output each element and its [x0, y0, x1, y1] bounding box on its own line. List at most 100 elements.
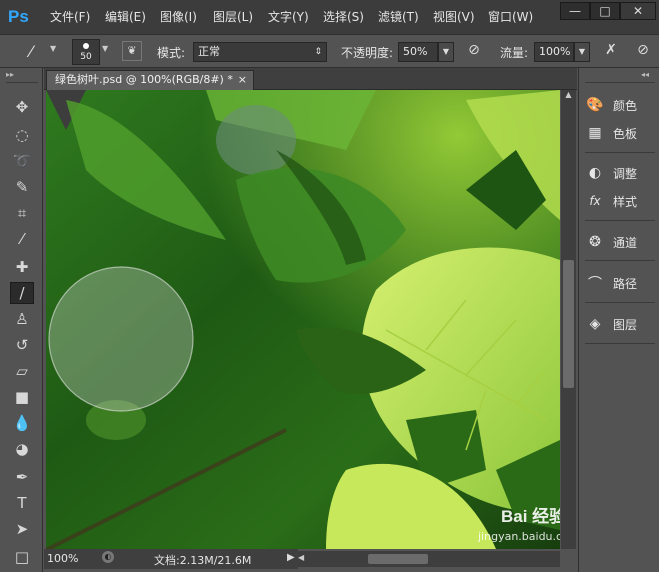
panel-paths[interactable]: ⌒ 路径	[585, 272, 655, 294]
minimize-button[interactable]: —	[560, 2, 590, 20]
horizontal-scrollbar[interactable]: ◀	[298, 551, 560, 567]
panel-swatches[interactable]: ▦ 色板	[585, 122, 655, 144]
panel-color[interactable]: 🎨 颜色	[585, 94, 655, 116]
opacity-label: 不透明度:	[341, 46, 394, 60]
panel-divider	[585, 152, 655, 153]
clone-stamp-tool-icon[interactable]: ♙	[10, 308, 34, 330]
preset-dropdown-arrow-icon[interactable]: ▼	[50, 44, 56, 53]
document-tab[interactable]: 绿色树叶.psd @ 100%(RGB/8#) * ×	[46, 70, 254, 90]
collapse-tools-icon[interactable]: ▸▸	[6, 70, 14, 79]
panel-channels[interactable]: ❂ 通道	[585, 231, 655, 253]
opacity-field[interactable]: 50%	[398, 42, 438, 62]
type-tool-icon[interactable]: T	[10, 492, 34, 514]
mode-select[interactable]: 正常 ⇕	[193, 42, 327, 62]
gradient-tool-icon[interactable]: ■	[10, 386, 34, 408]
panel-layers[interactable]: ◈ 图层	[585, 313, 655, 335]
photoshop-logo: Ps	[8, 7, 29, 26]
marquee-tool-icon[interactable]: ◌	[10, 124, 34, 146]
menu-type[interactable]: 文字(Y)	[268, 8, 309, 26]
brush-preset-icon[interactable]: ⁄	[14, 40, 48, 62]
move-tool-icon[interactable]: ✥	[10, 96, 34, 118]
horizontal-scroll-thumb[interactable]	[368, 554, 428, 564]
tools-panel: ▸▸ ✥ ◌ ➰ ✎ ⌗ ⁄ ✚ / ♙ ↺ ▱ ■ 💧 ◕ ✒ T ➤ □	[0, 68, 43, 572]
brush-size-picker[interactable]: 50	[72, 39, 100, 65]
brush-panel-toggle-icon[interactable]: ❦	[122, 41, 142, 61]
restore-button[interactable]: □	[590, 2, 620, 20]
pen-tool-icon[interactable]: ✒	[10, 466, 34, 488]
panel-styles[interactable]: fx 样式	[585, 190, 655, 212]
panel-adjustments[interactable]: ◐ 调整	[585, 162, 655, 184]
zoom-level[interactable]: 100%	[47, 552, 78, 565]
lasso-tool-icon[interactable]: ➰	[10, 150, 34, 172]
flow-dropdown-button[interactable]: ▼	[574, 42, 590, 62]
layers-icon: ◈	[589, 316, 601, 332]
styles-fx-icon: fx	[589, 194, 601, 208]
rectangle-tool-icon[interactable]: □	[10, 546, 34, 568]
swatches-icon: ▦	[588, 125, 602, 141]
menu-view[interactable]: 视图(V)	[433, 8, 475, 26]
pressure-size-icon[interactable]: ⊘	[632, 42, 654, 62]
menu-filter[interactable]: 滤镜(T)	[378, 8, 419, 26]
select-arrows-icon: ⇕	[314, 47, 322, 57]
menu-image[interactable]: 图像(I)	[160, 8, 197, 26]
scroll-left-icon[interactable]: ◀	[298, 553, 304, 562]
watermark-logo: Bai 经验	[501, 507, 560, 526]
close-button[interactable]: ✕	[620, 2, 656, 20]
panel-adjustments-label: 调整	[613, 166, 638, 181]
panel-layers-label: 图层	[613, 317, 638, 332]
eyedropper-tool-icon[interactable]: ⁄	[10, 228, 34, 250]
menu-window[interactable]: 窗口(W)	[488, 8, 533, 26]
brush-size-arrow-icon[interactable]: ▼	[102, 44, 108, 53]
eraser-tool-icon[interactable]: ▱	[10, 360, 34, 382]
status-bar: 100% ◐ 文档:2.13M/21.6M ▶	[44, 549, 298, 569]
channels-icon: ❂	[589, 234, 601, 250]
panel-swatches-label: 色板	[613, 126, 638, 141]
mode-label: 模式:	[157, 46, 186, 60]
brush-size-value: 50	[80, 52, 92, 62]
crop-tool-icon[interactable]: ⌗	[10, 202, 34, 224]
document-canvas[interactable]: Bai 经验 jingyan.baidu.com	[46, 90, 560, 549]
healing-brush-tool-icon[interactable]: ✚	[10, 256, 34, 278]
pressure-opacity-icon[interactable]: ⊘	[463, 42, 485, 62]
expand-panels-icon[interactable]: ◂◂	[641, 70, 649, 79]
adjustments-icon: ◐	[588, 165, 602, 181]
panel-styles-label: 样式	[613, 194, 638, 209]
scroll-up-icon[interactable]: ▲	[561, 90, 576, 103]
status-info-icon[interactable]: ◐	[102, 551, 114, 563]
paths-icon: ⌒	[588, 276, 602, 292]
watermark-url: jingyan.baidu.com	[478, 530, 560, 543]
history-brush-tool-icon[interactable]: ↺	[10, 334, 34, 356]
panel-divider	[585, 220, 655, 221]
vertical-scrollbar[interactable]: ▲	[561, 90, 576, 549]
panel-paths-label: 路径	[613, 276, 638, 291]
dodge-tool-icon[interactable]: ◕	[10, 438, 34, 460]
menu-file[interactable]: 文件(F)	[50, 8, 90, 26]
brush-tool-icon[interactable]: /	[10, 282, 34, 304]
blur-tool-icon[interactable]: 💧	[10, 412, 34, 434]
status-menu-arrow-icon[interactable]: ▶	[287, 552, 295, 563]
brush-tip-icon	[83, 43, 89, 49]
document-tab-title: 绿色树叶.psd @ 100%(RGB/8#) *	[55, 73, 233, 86]
quick-select-tool-icon[interactable]: ✎	[10, 176, 34, 198]
options-bar: ⁄ ▼ 50 ▼ ❦ 模式: 正常 ⇕ 不透明度: 50% ▼ ⊘ 流量: 10…	[0, 34, 659, 68]
flow-label: 流量:	[500, 46, 529, 60]
menu-select[interactable]: 选择(S)	[323, 8, 364, 26]
panel-divider	[585, 343, 655, 344]
close-tab-icon[interactable]: ×	[238, 71, 247, 89]
flow-field[interactable]: 100%	[534, 42, 574, 62]
vertical-scroll-thumb[interactable]	[563, 260, 574, 388]
menu-bar: Ps 文件(F) 编辑(E) 图像(I) 图层(L) 文字(Y) 选择(S) 滤…	[0, 0, 659, 34]
path-select-tool-icon[interactable]: ➤	[10, 518, 34, 540]
menu-layer[interactable]: 图层(L)	[213, 8, 253, 26]
panel-divider	[585, 82, 655, 83]
brush-cursor	[48, 266, 194, 412]
opacity-dropdown-button[interactable]: ▼	[438, 42, 454, 62]
panel-channels-label: 通道	[613, 235, 638, 250]
palette-icon: 🎨	[586, 97, 604, 113]
tools-divider	[6, 82, 38, 83]
panel-divider	[585, 260, 655, 261]
menu-edit[interactable]: 编辑(E)	[105, 8, 146, 26]
panel-divider	[585, 302, 655, 303]
airbrush-icon[interactable]: ✗	[600, 42, 622, 62]
leaf-photo	[46, 90, 560, 549]
